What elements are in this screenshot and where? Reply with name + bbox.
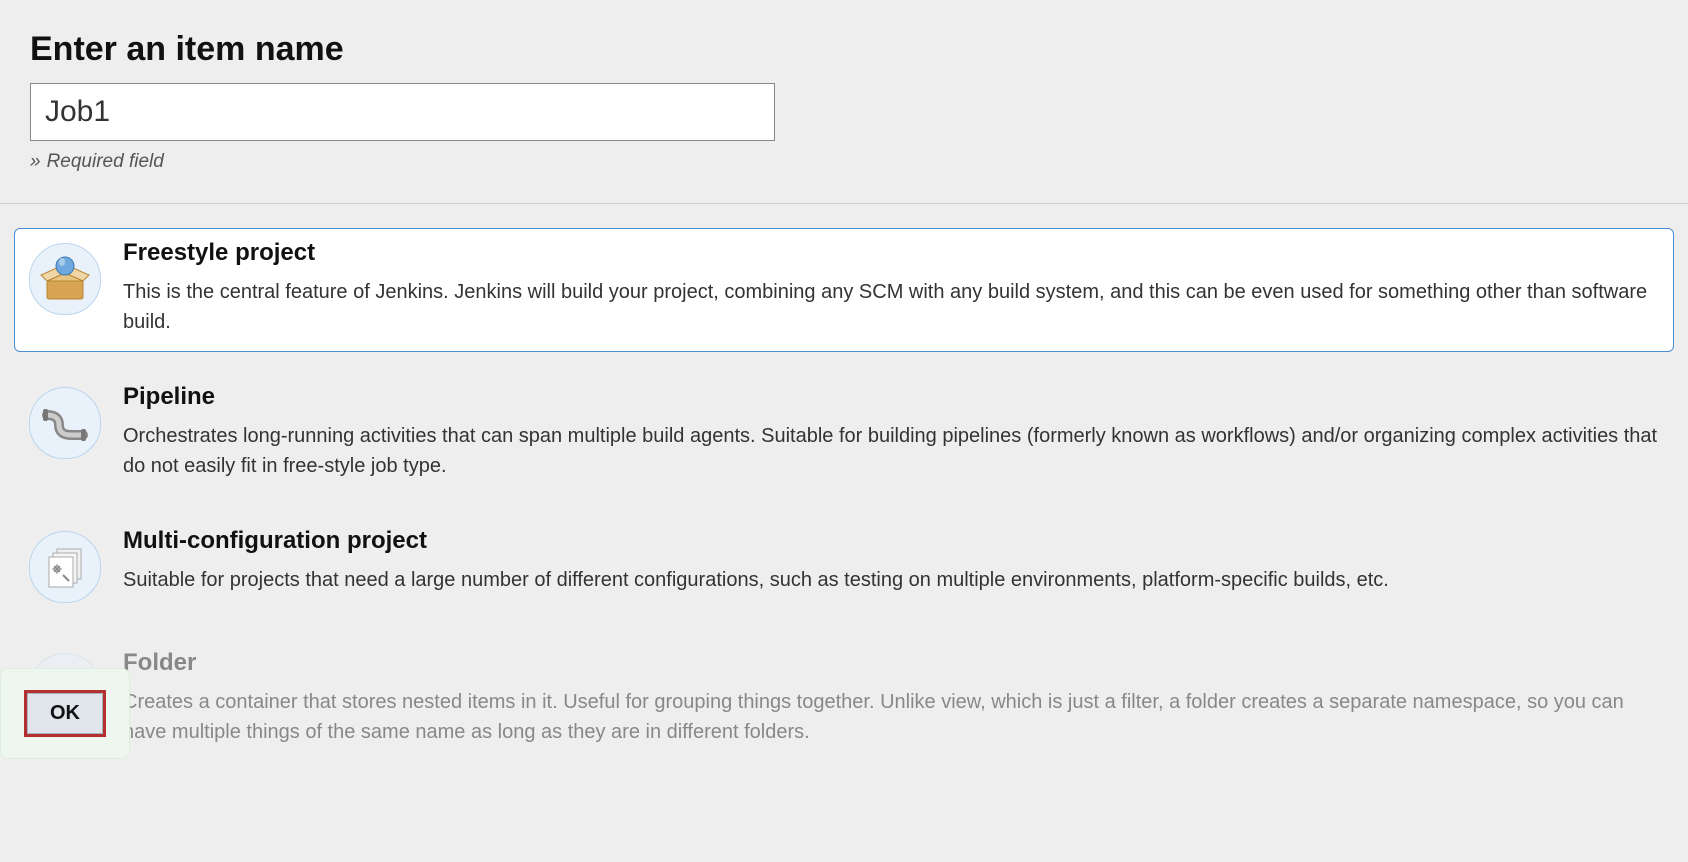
pipeline-icon — [29, 387, 101, 459]
raquo-icon: » — [30, 151, 41, 172]
item-label: Pipeline — [123, 383, 1659, 411]
item-type-freestyle[interactable]: Freestyle project This is the central fe… — [14, 228, 1674, 352]
item-body: Freestyle project This is the central fe… — [123, 239, 1659, 337]
item-type-multiconfig[interactable]: Multi-configuration project Suitable for… — [14, 516, 1674, 618]
item-label: Folder — [123, 649, 1659, 677]
ok-button[interactable]: OK — [27, 693, 103, 734]
item-desc: Creates a container that stores nested i… — [123, 687, 1659, 747]
item-name-input[interactable] — [30, 83, 775, 141]
freestyle-icon — [29, 243, 101, 315]
item-body: Pipeline Orchestrates long-running activ… — [123, 383, 1659, 481]
item-type-list: Freestyle project This is the central fe… — [0, 204, 1688, 862]
submit-panel: OK — [0, 668, 130, 759]
item-body: Multi-configuration project Suitable for… — [123, 527, 1659, 595]
multiconfig-icon — [29, 531, 101, 603]
item-body: Folder Creates a container that stores n… — [123, 649, 1659, 747]
header-section: Enter an item name »Required field — [0, 0, 1688, 204]
item-label: Multi-configuration project — [123, 527, 1659, 555]
page-title: Enter an item name — [30, 30, 1658, 69]
item-desc: This is the central feature of Jenkins. … — [123, 277, 1659, 337]
required-field-note: »Required field — [30, 151, 1658, 173]
item-desc: Orchestrates long-running activities tha… — [123, 421, 1659, 481]
item-label: Freestyle project — [123, 239, 1659, 267]
item-type-pipeline[interactable]: Pipeline Orchestrates long-running activ… — [14, 372, 1674, 496]
item-desc: Suitable for projects that need a large … — [123, 565, 1659, 595]
item-type-folder[interactable]: Folder Creates a container that stores n… — [14, 638, 1674, 762]
